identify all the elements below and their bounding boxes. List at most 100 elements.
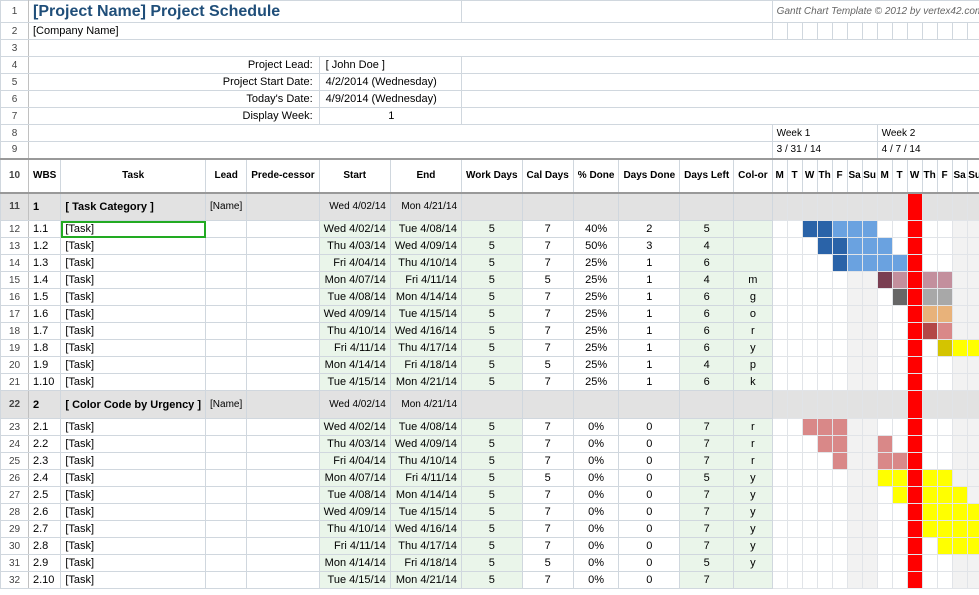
cell-lead[interactable] (206, 357, 247, 374)
cell-dl[interactable]: 7 (680, 453, 734, 470)
row-number[interactable]: 18 (1, 323, 29, 340)
cell-cd[interactable]: 7 (522, 221, 573, 238)
cell-start[interactable]: Wed 4/09/14 (319, 306, 390, 323)
cell-start[interactable]: Tue 4/15/14 (319, 374, 390, 391)
cell-co[interactable]: p (734, 357, 772, 374)
row-number[interactable]: 27 (1, 487, 29, 504)
cell-start[interactable]: Mon 4/14/14 (319, 555, 390, 572)
cell-dl[interactable]: 6 (680, 323, 734, 340)
cell-task[interactable]: [Task] (61, 470, 206, 487)
cell-end[interactable]: Tue 4/15/14 (390, 306, 461, 323)
cell-cd[interactable]: 7 (522, 289, 573, 306)
col-header-wd[interactable]: Work Days (462, 159, 523, 193)
cell-dd[interactable]: 0 (619, 470, 680, 487)
row-number[interactable]: 19 (1, 340, 29, 357)
cell-pred[interactable] (247, 306, 319, 323)
category-lead[interactable]: [Name] (206, 193, 247, 221)
cell-wd[interactable]: 5 (462, 504, 523, 521)
cell-end[interactable]: Mon 4/14/14 (390, 289, 461, 306)
cell-wd[interactable]: 5 (462, 306, 523, 323)
cell-wbs[interactable]: 2.9 (29, 555, 61, 572)
cell-co[interactable]: r (734, 323, 772, 340)
cell-dl[interactable]: 6 (680, 289, 734, 306)
cell-pd[interactable]: 50% (573, 238, 619, 255)
cell-lead[interactable] (206, 555, 247, 572)
col-header-lead[interactable]: Lead (206, 159, 247, 193)
cell-start[interactable]: Fri 4/11/14 (319, 538, 390, 555)
cell-end[interactable]: Wed 4/16/14 (390, 323, 461, 340)
col-header-dd[interactable]: Days Done (619, 159, 680, 193)
cell-pred[interactable] (247, 340, 319, 357)
cell-wd[interactable]: 5 (462, 487, 523, 504)
cell-lead[interactable] (206, 255, 247, 272)
cell-pd[interactable]: 0% (573, 487, 619, 504)
cell-pred[interactable] (247, 238, 319, 255)
cell-lead[interactable] (206, 572, 247, 589)
cell-wd[interactable]: 5 (462, 340, 523, 357)
cell-lead[interactable] (206, 538, 247, 555)
cell-pred[interactable] (247, 221, 319, 238)
cell-task[interactable]: [Task] (61, 323, 206, 340)
row-number[interactable]: 3 (1, 40, 29, 57)
cell-pred[interactable] (247, 453, 319, 470)
row-number[interactable]: 7 (1, 108, 29, 125)
cell-task[interactable]: [Task] (61, 572, 206, 589)
cell-dd[interactable]: 1 (619, 374, 680, 391)
cell-co[interactable]: y (734, 470, 772, 487)
cell-task[interactable]: [Task] (61, 555, 206, 572)
cell-pred[interactable] (247, 555, 319, 572)
row-number[interactable]: 1 (1, 1, 29, 23)
cell-pred[interactable] (247, 357, 319, 374)
cell-task[interactable]: [Task] (61, 272, 206, 289)
cell-co[interactable]: r (734, 419, 772, 436)
cell-start[interactable]: Wed 4/02/14 (319, 221, 390, 238)
cell-end[interactable]: Mon 4/21/14 (390, 374, 461, 391)
cell-lead[interactable] (206, 470, 247, 487)
cell-cd[interactable]: 7 (522, 538, 573, 555)
cell-start[interactable]: Mon 4/07/14 (319, 470, 390, 487)
category-end[interactable]: Mon 4/21/14 (390, 193, 461, 221)
cell-lead[interactable] (206, 453, 247, 470)
cell-dd[interactable]: 0 (619, 436, 680, 453)
cell-pd[interactable]: 25% (573, 340, 619, 357)
cell-co[interactable] (734, 572, 772, 589)
cell-task[interactable]: [Task] (61, 504, 206, 521)
cell-dl[interactable]: 4 (680, 357, 734, 374)
cell-lead[interactable] (206, 323, 247, 340)
row-number[interactable]: 12 (1, 221, 29, 238)
cell-dl[interactable]: 7 (680, 572, 734, 589)
cell-pd[interactable]: 25% (573, 374, 619, 391)
cell-dl[interactable]: 6 (680, 306, 734, 323)
cell-cd[interactable]: 7 (522, 436, 573, 453)
cell-lead[interactable] (206, 419, 247, 436)
cell-wbs[interactable]: 2.8 (29, 538, 61, 555)
cell-end[interactable]: Thu 4/10/14 (390, 453, 461, 470)
cell-end[interactable]: Fri 4/18/14 (390, 555, 461, 572)
cell-start[interactable]: Mon 4/07/14 (319, 272, 390, 289)
cell-task[interactable]: [Task] (61, 221, 206, 238)
cell-start[interactable]: Thu 4/10/14 (319, 323, 390, 340)
category-start[interactable]: Wed 4/02/14 (319, 391, 390, 419)
cell-end[interactable]: Tue 4/08/14 (390, 221, 461, 238)
cell-lead[interactable] (206, 238, 247, 255)
cell-cd[interactable]: 7 (522, 504, 573, 521)
cell-end[interactable]: Wed 4/09/14 (390, 238, 461, 255)
cell-wd[interactable]: 5 (462, 289, 523, 306)
cell-start[interactable]: Fri 4/11/14 (319, 340, 390, 357)
cell-dl[interactable]: 7 (680, 487, 734, 504)
cell-wbs[interactable]: 2.5 (29, 487, 61, 504)
cell-start[interactable]: Wed 4/09/14 (319, 504, 390, 521)
col-header-start[interactable]: Start (319, 159, 390, 193)
cell-lead[interactable] (206, 436, 247, 453)
cell-task[interactable]: [Task] (61, 453, 206, 470)
cell-task[interactable]: [Task] (61, 357, 206, 374)
cell-task[interactable]: [Task] (61, 538, 206, 555)
cell-start[interactable]: Fri 4/04/14 (319, 453, 390, 470)
cell-pred[interactable] (247, 272, 319, 289)
cell-dl[interactable]: 5 (680, 555, 734, 572)
cell-end[interactable]: Mon 4/21/14 (390, 572, 461, 589)
cell-dl[interactable]: 6 (680, 374, 734, 391)
category-end[interactable]: Mon 4/21/14 (390, 391, 461, 419)
today-date-value[interactable]: 4/9/2014 (Wednesday) (319, 91, 461, 108)
cell-end[interactable]: Thu 4/17/14 (390, 538, 461, 555)
